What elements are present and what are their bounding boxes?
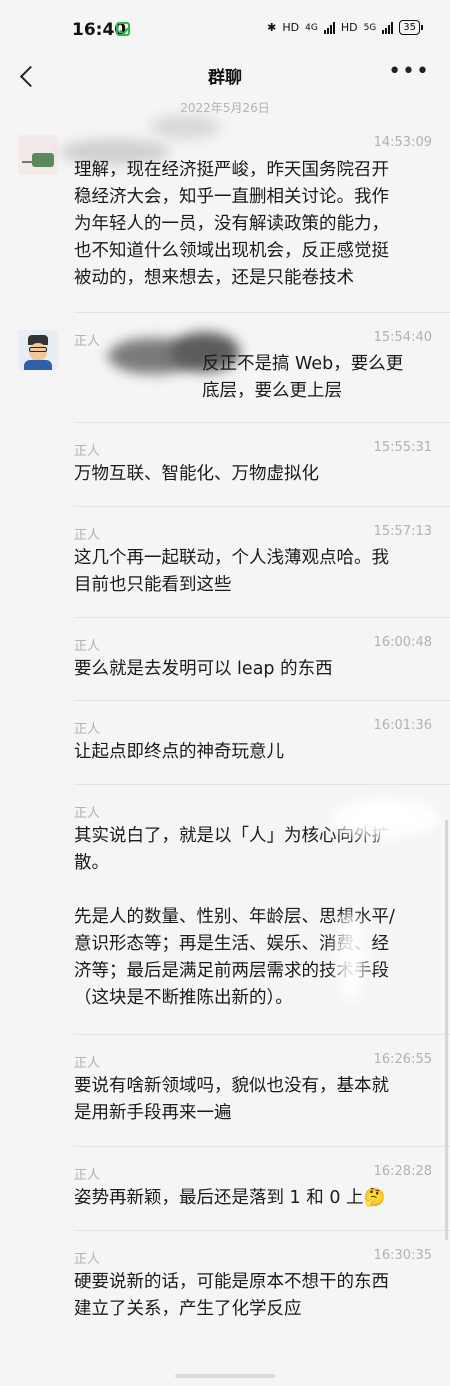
- message-item[interactable]: 正人 其实说白了，就是以「人」为核心向外扩 散。 先是人的数量、性别、年龄层、思…: [0, 798, 450, 1027]
- scrollbar[interactable]: [445, 820, 448, 1240]
- sender-name: 正人: [74, 806, 101, 821]
- more-options-icon[interactable]: •••: [388, 61, 430, 83]
- signal-icon-2: [382, 21, 394, 34]
- hd-label-1: HD: [282, 21, 300, 34]
- sender-name: 正人: [74, 334, 101, 349]
- avatar[interactable]: [18, 330, 58, 370]
- bluetooth-icon: ✱: [267, 21, 277, 34]
- message-text: 让起点即终点的神奇玩意儿: [74, 742, 284, 762]
- security-shield-icon: [116, 22, 130, 36]
- message-item[interactable]: 14:53:09 理解，现在经济挺严峻，昨天国务院召开 稳经济大会，知乎一直删相…: [0, 115, 450, 305]
- sender-name: 正人: [74, 1168, 101, 1183]
- divider: [74, 312, 450, 313]
- message-item[interactable]: 正人 16:28:28 姿势再新颖，最后还是落到 1 和 0 上🤔: [0, 1164, 450, 1224]
- sender-name: 正人: [74, 528, 101, 543]
- message-timestamp: 16:01:36: [373, 718, 432, 733]
- message-text: 这几个再一起联动，个人浅薄观点哈。我 目前也只能看到这些: [74, 548, 389, 595]
- message-text: 要么就是去发明可以 leap 的东西: [74, 659, 333, 679]
- divider: [74, 422, 450, 423]
- sender-name: 正人: [74, 639, 101, 654]
- message-item[interactable]: 正人 16:26:55 要说有啥新领域吗，貌似也没有，基本就 是用新手段再来一遍: [0, 1052, 450, 1138]
- message-timestamp: 16:26:55: [373, 1052, 432, 1067]
- divider: [74, 506, 450, 507]
- message-timestamp: 14:53:09: [373, 135, 432, 150]
- message-text: 要说有啥新领域吗，貌似也没有，基本就 是用新手段再来一遍: [74, 1076, 389, 1123]
- message-timestamp: 15:54:40: [373, 330, 432, 345]
- home-indicator[interactable]: [175, 1374, 275, 1378]
- message-timestamp: 15:57:13: [373, 524, 432, 539]
- message-item[interactable]: 正人 15:54:40 反正不是搞 Web，要么更 底层，要么更上层: [0, 330, 450, 410]
- network-gen-1: 4G: [305, 22, 318, 33]
- battery-indicator: 35: [399, 20, 423, 35]
- redaction-blur: [336, 912, 366, 1002]
- divider: [74, 617, 450, 618]
- signal-icon-1: [323, 21, 335, 34]
- message-item[interactable]: 正人 15:55:31 万物互联、智能化、万物虚拟化: [0, 440, 450, 500]
- message-timestamp: 15:55:31: [373, 440, 432, 455]
- message-item[interactable]: 正人 16:30:35 硬要说新的话，可能是原本不想干的东西 建立了关系，产生了…: [0, 1248, 450, 1334]
- message-item[interactable]: 正人 16:01:36 让起点即终点的神奇玩意儿: [0, 718, 450, 778]
- message-item[interactable]: 正人 16:00:48 要么就是去发明可以 leap 的东西: [0, 635, 450, 695]
- hd-label-2: HD: [340, 21, 358, 34]
- avatar[interactable]: [18, 135, 58, 175]
- divider: [74, 1034, 450, 1035]
- message-timestamp: 16:28:28: [373, 1164, 432, 1179]
- sender-name: 正人: [74, 444, 101, 459]
- redaction-blur: [150, 115, 220, 139]
- message-text: 姿势再新颖，最后还是落到 1 和 0 上🤔: [74, 1188, 386, 1208]
- divider: [74, 784, 450, 785]
- redaction-blur: [330, 798, 440, 838]
- message-text: 反正不是搞 Web，要么更 底层，要么更上层: [202, 354, 404, 401]
- date-divider: 2022年5月26日: [180, 101, 270, 115]
- message-text: 其实说白了，就是以「人」为核心向外扩 散。 先是人的数量、性别、年龄层、思想水平…: [74, 826, 395, 1008]
- sender-name: 正人: [74, 722, 101, 737]
- message-item[interactable]: 正人 15:57:13 这几个再一起联动，个人浅薄观点哈。我 目前也只能看到这些: [0, 524, 450, 610]
- divider: [74, 1230, 450, 1231]
- status-bar: 16:40 ✱ HD 4G HD 5G 35: [0, 0, 450, 58]
- message-timestamp: 16:00:48: [373, 635, 432, 650]
- message-text: 硬要说新的话，可能是原本不想干的东西 建立了关系，产生了化学反应: [74, 1272, 389, 1319]
- network-gen-2: 5G: [363, 22, 377, 33]
- sender-name: 正人: [74, 1252, 101, 1267]
- status-icons: ✱ HD 4G HD 5G 35: [267, 20, 423, 35]
- chat-header: 群聊 •••: [0, 58, 450, 98]
- sender-name: 正人: [74, 1056, 101, 1071]
- message-timestamp: 16:30:35: [373, 1248, 432, 1263]
- divider: [74, 1146, 450, 1147]
- chat-title: 群聊: [208, 68, 242, 88]
- message-text: 万物互联、智能化、万物虚拟化: [74, 464, 319, 484]
- divider: [74, 700, 450, 701]
- message-text: 理解，现在经济挺严峻，昨天国务院召开 稳经济大会，知乎一直删相关讨论。我作 为年…: [74, 160, 389, 288]
